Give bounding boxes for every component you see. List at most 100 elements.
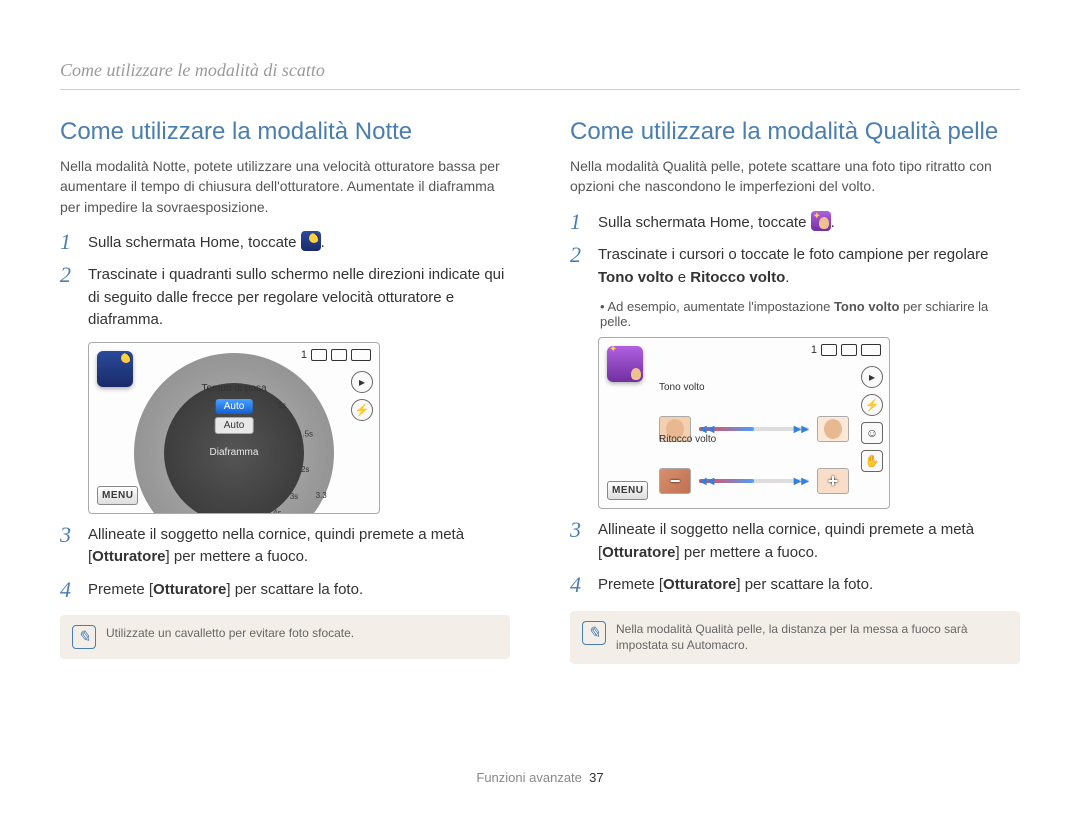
right-icon-column: ▸ ⚡ [351,371,373,421]
slider-label: Tono volto [659,382,705,393]
step-number: 4 [570,574,586,597]
heading-night: Come utilizzare la modalità Notte [60,118,510,146]
step-3: 3 Allineate il soggetto nella cornice, q… [570,519,1020,564]
step-number: 3 [570,519,586,564]
manual-page: Come utilizzare le modalità di scatto Co… [0,0,1080,815]
step-number: 4 [60,579,76,602]
sub-bullet: Ad esempio, aumentate l'impostazione Ton… [600,299,1020,329]
dial-tick: 3s [290,492,298,501]
step-text: Trascinate i cursori o toccate le foto c… [598,244,1020,289]
face-detect-icon: ☺ [861,422,883,444]
intro-beauty: Nella modalità Qualità pelle, potete sca… [570,156,1020,197]
ois-icon: ✋ [861,450,883,472]
slider-label: Ritocco volto [659,434,716,445]
right-icon-column: ▸ ⚡ ☺ ✋ [861,366,883,472]
note-box: ✎ Nella modalità Qualità pelle, la dista… [570,611,1020,665]
intro-night: Nella modalità Notte, potete utilizzare … [60,156,510,217]
shutter-key-label: Otturatore [153,581,226,598]
sample-thumb-plus[interactable]: + [817,416,849,442]
content-columns: Come utilizzare la modalità Notte Nella … [60,118,1020,664]
step-text-fragment: . [321,234,325,251]
step-1: 1 Sulla schermata Home, toccate . [570,211,1020,235]
step-3: 3 Allineate il soggetto nella cornice, q… [60,524,510,569]
step-number: 1 [60,231,76,255]
step-text-fragment: Ad esempio, aumentate l'impostazione [607,299,834,314]
note-icon: ✎ [72,625,96,649]
step-text: Trascinate i quadranti sullo schermo nel… [88,264,510,332]
resolution-icon [841,344,857,356]
bold-term: Tono volto [598,269,674,286]
flash-icon: ⚡ [861,394,883,416]
dial-tick: 4s [273,509,281,514]
sample-thumb-plus[interactable]: + [817,468,849,494]
column-night-mode: Come utilizzare la modalità Notte Nella … [60,118,510,664]
dial-label-shutter: Tempo di posa [201,383,266,394]
night-mode-icon [97,351,133,387]
shot-count: 1 [811,344,817,356]
step-text-fragment: e [674,269,691,286]
screenshot-beauty: 1 ▸ ⚡ ☺ ✋ Tono volto − [598,337,890,509]
battery-icon [861,344,881,356]
status-bar: 1 [811,344,881,356]
auto-badge-aperture: Auto [215,417,254,434]
step-2: 2 Trascinate i quadranti sullo schermo n… [60,264,510,332]
step-text-fragment: Premete [ [88,581,153,598]
note-text: Utilizzate un cavalletto per evitare fot… [106,625,354,642]
menu-button[interactable]: MENU [607,481,648,500]
step-text-fragment: ] per mettere a fuoco. [166,548,309,565]
step-number: 3 [60,524,76,569]
step-text-fragment: ] per scattare la foto. [736,576,873,593]
slider-track[interactable]: ◀◀▶▶ [699,479,809,483]
flash-icon: ⚡ [351,399,373,421]
step-text-fragment: Sulla schermata Home, toccate [598,214,811,231]
beauty-sliders: Tono volto − ◀◀▶▶ + Ritocco volto [659,396,849,500]
slider-track[interactable]: ◀◀▶▶ [699,427,809,431]
beauty-mode-icon [607,346,643,382]
note-text: Nella modalità Qualità pelle, la distanz… [616,621,1008,655]
step-text-fragment: Premete [ [598,576,663,593]
battery-icon [351,349,371,361]
note-box: ✎ Utilizzate un cavalletto per evitare f… [60,615,510,659]
auto-badge-shutter: Auto [216,399,253,414]
step-text: Allineate il soggetto nella cornice, qui… [88,524,510,569]
note-icon: ✎ [582,621,606,645]
step-text-fragment: . [831,214,835,231]
beauty-mode-icon [811,211,831,231]
shutter-key-label: Otturatore [602,544,675,561]
step-1: 1 Sulla schermata Home, toccate . [60,231,510,255]
bold-term: Tono volto [834,299,899,314]
step-text-fragment: ] per mettere a fuoco. [676,544,819,561]
dial-tick: 3.3 [316,491,327,500]
footer-section: Funzioni avanzate [476,770,582,785]
breadcrumb: Come utilizzare le modalità di scatto [60,60,1020,90]
night-mode-icon [301,231,321,251]
screenshot-night: 1 ▸ ⚡ Tempo di posa Auto Auto Diaframma [88,342,380,514]
shutter-key-label: Otturatore [92,548,165,565]
step-text-fragment: ] per scattare la foto. [226,581,363,598]
step-text-fragment: Trascinate i cursori o toccate le foto c… [598,246,988,263]
step-text: Sulla schermata Home, toccate . [598,211,835,235]
slider-retouch: Ritocco volto − ◀◀▶▶ + [659,448,849,494]
dial-tick: 1s [278,401,286,410]
memory-icon [821,344,837,356]
step-number: 2 [570,244,586,289]
review-icon: ▸ [351,371,373,393]
step-text: Allineate il soggetto nella cornice, qui… [598,519,1020,564]
page-number: 37 [589,770,603,785]
review-icon: ▸ [861,366,883,388]
step-text: Sulla schermata Home, toccate . [88,231,325,255]
shutter-key-label: Otturatore [663,576,736,593]
sample-thumb-minus[interactable]: − [659,468,691,494]
dial-tick: 1.5s [298,430,313,439]
dial-tick: 2s [301,465,309,474]
bold-term: Ritocco volto [690,269,785,286]
step-text: Premete [Otturatore] per scattare la fot… [598,574,873,597]
page-footer: Funzioni avanzate 37 [0,770,1080,785]
dial-label-aperture: Diaframma [210,447,259,458]
menu-button[interactable]: MENU [97,486,138,505]
step-2: 2 Trascinate i cursori o toccate le foto… [570,244,1020,289]
step-number: 2 [60,264,76,332]
heading-beauty: Come utilizzare la modalità Qualità pell… [570,118,1020,146]
exposure-dial[interactable]: Tempo di posa Auto Auto Diaframma 1s 1.5… [134,353,334,514]
step-text: Premete [Otturatore] per scattare la fot… [88,579,363,602]
